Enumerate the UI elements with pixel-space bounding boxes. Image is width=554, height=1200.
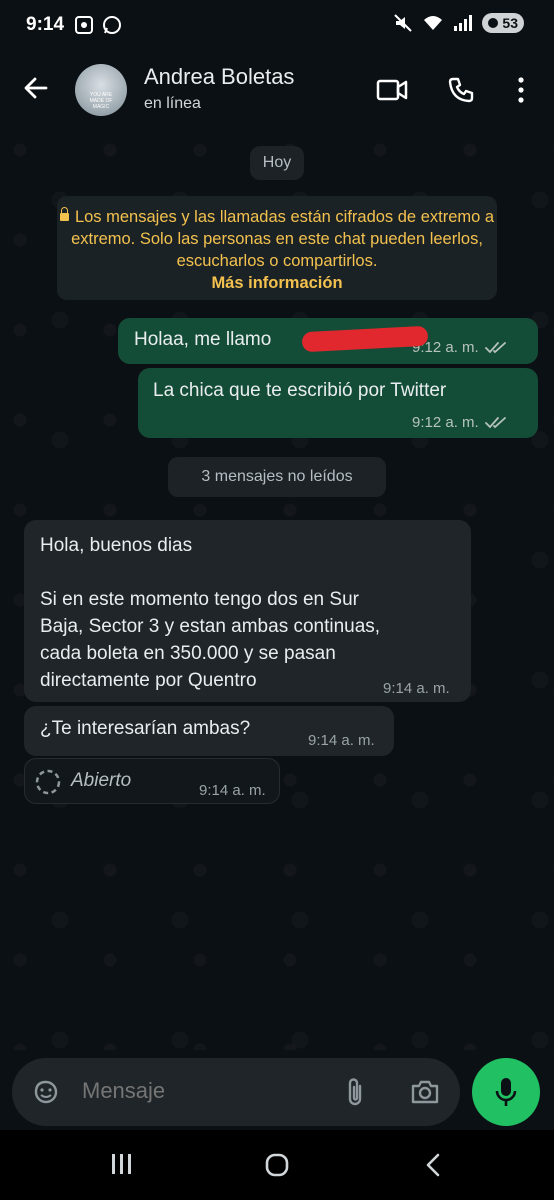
message-meta: 9:14 a. m. <box>199 782 266 799</box>
battery-indicator: 53 <box>482 13 524 33</box>
avatar-text: YOU ARE MADE OF MAGIC <box>89 92 113 110</box>
read-receipt-icon <box>484 341 506 353</box>
message-meta: 9:14 a. m. <box>308 732 375 749</box>
whatsapp-icon <box>103 16 121 34</box>
message-time: 9:14 a. m. <box>308 732 375 749</box>
system-nav-bar <box>0 1130 554 1200</box>
message-time: 9:12 a. m. <box>412 414 479 431</box>
outgoing-message[interactable]: La chica que te escribió por Twitter 9:1… <box>138 368 538 438</box>
mute-icon <box>394 14 413 32</box>
more-options-icon[interactable] <box>516 76 526 104</box>
camera-icon[interactable] <box>410 1078 440 1106</box>
unread-label: 3 mensajes no leídos <box>201 468 353 485</box>
message-input[interactable] <box>82 1078 322 1104</box>
date-label: Hoy <box>262 154 292 171</box>
message-text: La chica que te escribió por Twitter <box>153 380 447 401</box>
contact-status: en línea <box>144 95 201 112</box>
message-text: ¿Te interesarían ambas? <box>40 718 251 739</box>
microphone-icon <box>495 1078 517 1106</box>
status-time: 9:14 <box>26 14 65 35</box>
message-text: Holaa, me llamo <box>134 329 272 350</box>
date-divider: Hoy <box>250 146 304 180</box>
encryption-notice[interactable]: Los mensajes y las llamadas están cifrad… <box>57 196 497 300</box>
message-line: Hola, buenos dias <box>40 535 193 556</box>
back-nav-icon[interactable] <box>422 1152 444 1178</box>
lock-icon <box>59 207 69 221</box>
read-receipt-icon <box>484 416 506 428</box>
message-line: Baja, Sector 3 y estan ambas continuas, <box>40 616 381 637</box>
unread-divider: 3 mensajes no leídos <box>168 457 386 497</box>
status-left-icons <box>74 15 122 35</box>
home-icon[interactable] <box>264 1152 290 1178</box>
message-text: Abierto <box>71 770 132 791</box>
back-arrow-icon[interactable] <box>22 74 50 102</box>
message-line: directamente por Quentro <box>40 670 257 691</box>
incoming-message[interactable]: ¿Te interesarían ambas? 9:14 a. m. <box>24 706 394 756</box>
video-call-icon[interactable] <box>376 76 408 104</box>
view-once-icon <box>35 769 61 795</box>
wifi-icon <box>424 16 443 30</box>
message-text: Hola, buenos dias Si en este momento ten… <box>40 532 380 694</box>
screenshot-icon <box>75 16 93 34</box>
avatar[interactable]: YOU ARE MADE OF MAGIC <box>75 64 127 116</box>
recent-apps-icon[interactable] <box>110 1152 134 1176</box>
message-meta: 9:14 a. m. <box>383 680 450 697</box>
chat-header: YOU ARE MADE OF MAGIC Andrea Boletas en … <box>0 54 554 130</box>
incoming-message[interactable]: Hola, buenos dias Si en este momento ten… <box>24 520 471 702</box>
message-line: Si en este momento tengo dos en Sur <box>40 589 359 610</box>
signal-icon <box>454 15 473 31</box>
status-bar: 9:14 53 <box>0 0 554 54</box>
voice-message-button[interactable] <box>472 1058 540 1126</box>
contact-name[interactable]: Andrea Boletas <box>144 64 294 90</box>
voice-call-icon[interactable] <box>447 76 475 104</box>
more-info-link[interactable]: Más información <box>57 272 497 294</box>
message-time: 9:14 a. m. <box>199 782 266 799</box>
sticker-icon[interactable] <box>32 1078 60 1106</box>
message-meta: 9:12 a. m. <box>412 414 507 431</box>
attach-icon[interactable] <box>344 1076 366 1108</box>
message-time: 9:14 a. m. <box>383 680 450 697</box>
encryption-text: Los mensajes y las llamadas están cifrad… <box>71 208 495 270</box>
view-once-message[interactable]: Abierto 9:14 a. m. <box>24 758 280 804</box>
message-line: cada boleta en 350.000 y se pasan <box>40 643 336 664</box>
message-composer <box>12 1058 460 1126</box>
status-right-icons: 53 <box>393 13 524 33</box>
